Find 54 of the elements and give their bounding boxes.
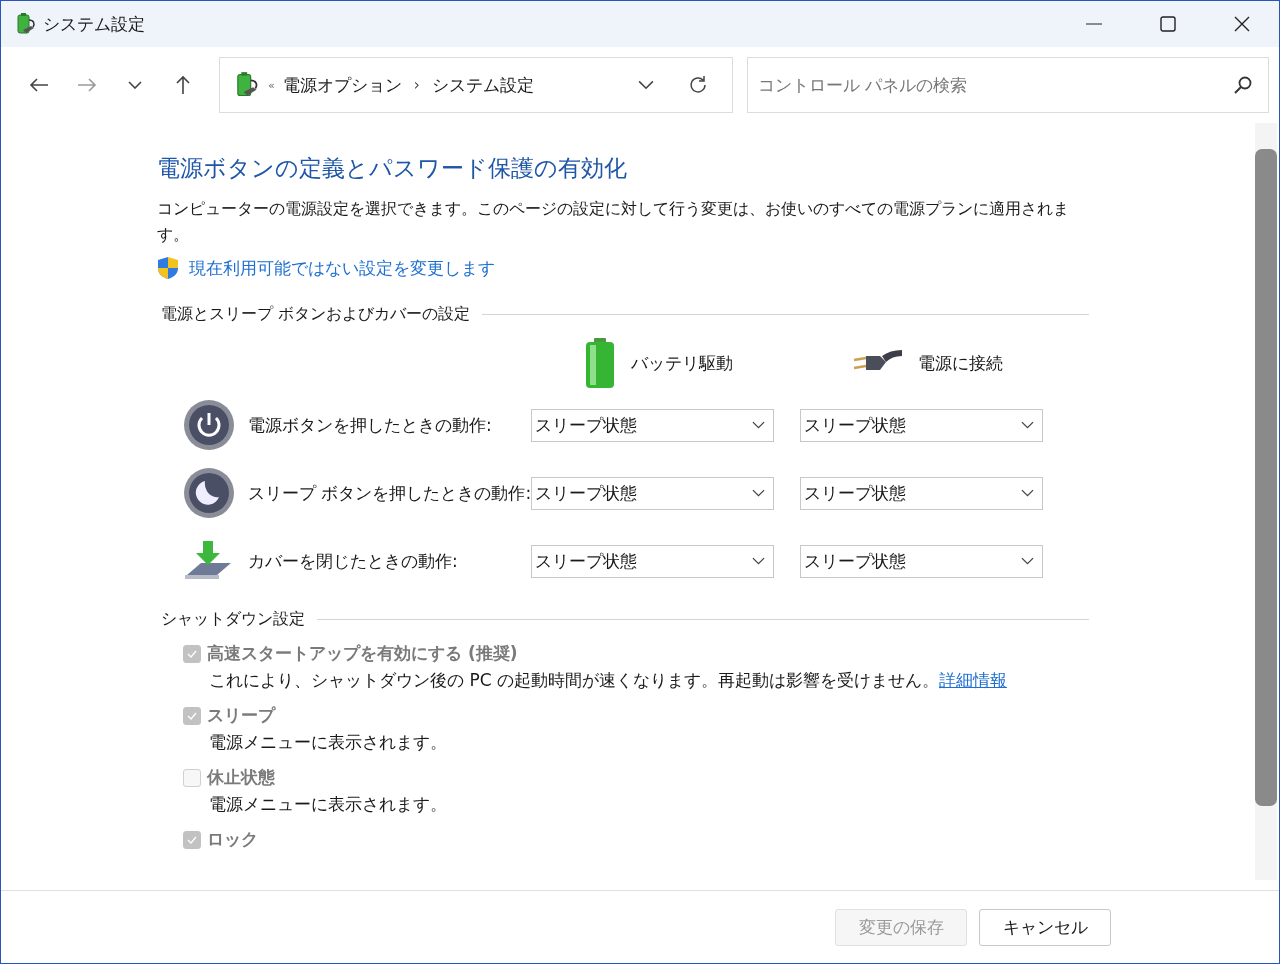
action-label: カバーを閉じたときの動作: xyxy=(248,549,458,573)
check-icon xyxy=(187,835,197,844)
action-label: スリープ ボタンを押したときの動作: xyxy=(248,481,532,505)
option-description: 電源メニューに表示されます。 xyxy=(209,731,447,754)
breadcrumb-item[interactable]: システム設定 xyxy=(431,73,534,97)
dialog-button[interactable]: キャンセル xyxy=(979,908,1111,946)
battery-icon xyxy=(583,337,617,389)
maximize-icon xyxy=(1160,16,1176,32)
option-label: 休止状態 xyxy=(207,766,275,789)
chevron-down-icon xyxy=(1021,557,1034,565)
shield-icon xyxy=(157,256,179,280)
action-label: 電源ボタンを押したときの動作: xyxy=(248,413,492,437)
chevron-down-icon xyxy=(128,81,142,89)
address-bar[interactable]: « 電源オプション › システム設定 xyxy=(219,57,733,113)
section-title: シャットダウン設定 xyxy=(160,609,305,630)
power-icon xyxy=(183,399,235,451)
arrow-right-icon xyxy=(77,77,97,93)
check-icon xyxy=(187,649,197,658)
check-icon xyxy=(187,711,197,720)
action-dropdown[interactable]: スリープ状態 xyxy=(531,476,774,510)
page-description: コンピューターの電源設定を選択できます。このページの設定に対して行う変更は、お使いのすべての電源プランに適用されます。 xyxy=(157,198,1070,246)
refresh-icon xyxy=(688,75,708,95)
section-title: 電源とスリープ ボタンおよびカバーの設定 xyxy=(160,304,471,325)
change-settings-link[interactable]: 現在利用可能ではない設定を変更します xyxy=(189,256,495,280)
action-dropdown[interactable]: スリープ状態 xyxy=(800,544,1043,578)
chevron-down-icon xyxy=(1021,489,1034,497)
minimize-icon xyxy=(1086,23,1102,25)
page-heading: 電源ボタンの定義とパスワード保護の有効化 xyxy=(157,154,628,183)
action-dropdown[interactable]: スリープ状態 xyxy=(800,476,1043,510)
overflow-chevrons[interactable]: « xyxy=(268,78,275,92)
action-dropdown[interactable]: スリープ状態 xyxy=(531,544,774,578)
chevron-down-icon xyxy=(752,421,765,429)
moon-icon xyxy=(183,467,235,519)
option-description: これにより、シャットダウン後の PC の起動時間が速くなります。再起動は影響を受けません。 xyxy=(209,669,939,692)
column-header: 電源に接続 xyxy=(918,351,1003,375)
option-label: スリープ xyxy=(207,704,275,727)
close-icon xyxy=(1234,16,1250,32)
arrow-up-icon xyxy=(175,75,191,95)
column-header: バッテリ駆動 xyxy=(631,351,733,375)
search-icon xyxy=(1233,75,1253,95)
breadcrumb-separator: › xyxy=(413,76,420,94)
option-description: 電源メニューに表示されます。 xyxy=(209,793,447,816)
chevron-down-icon xyxy=(752,557,765,565)
search-field[interactable]: コントロール パネルの検索 xyxy=(747,57,1269,113)
action-dropdown[interactable]: スリープ状態 xyxy=(531,408,774,442)
option-label: ロック xyxy=(207,828,258,851)
chevron-down-icon xyxy=(1021,421,1034,429)
breadcrumb-item[interactable]: 電源オプション xyxy=(282,73,402,97)
option-label: 高速スタートアップを有効にする (推奨) xyxy=(207,642,518,665)
action-dropdown[interactable]: スリープ状態 xyxy=(800,408,1043,442)
chevron-down-icon xyxy=(752,489,765,497)
arrow-left-icon xyxy=(29,77,49,93)
window-title: システム設定 xyxy=(43,12,146,36)
chevron-down-icon xyxy=(638,80,654,90)
